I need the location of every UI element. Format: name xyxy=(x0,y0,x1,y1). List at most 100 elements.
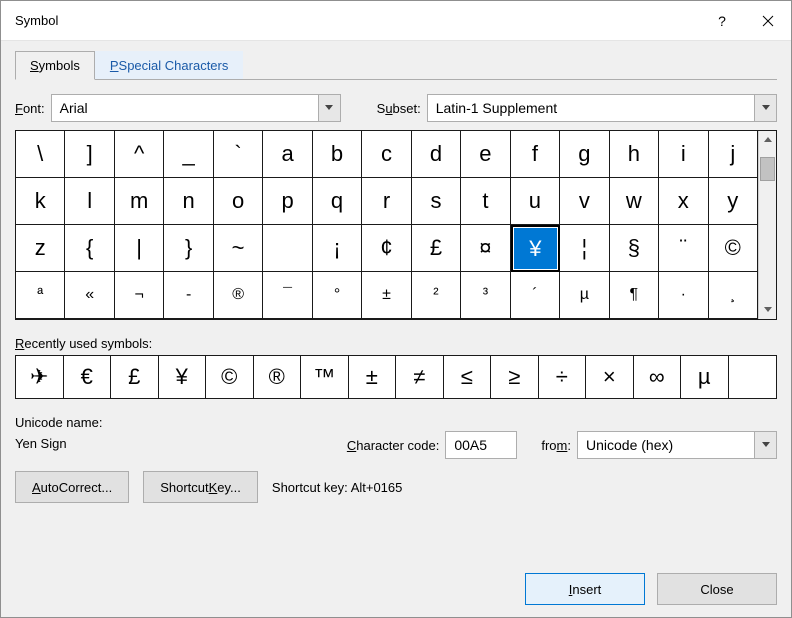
insert-button[interactable]: Insert xyxy=(525,573,645,605)
symbol-cell[interactable]: e xyxy=(461,131,510,178)
symbol-cell[interactable]: f xyxy=(511,131,560,178)
scroll-thumb[interactable] xyxy=(760,157,775,181)
character-code-label: Character code: xyxy=(347,438,440,453)
font-label: Font: xyxy=(15,101,45,116)
recent-symbol-cell[interactable]: £ xyxy=(111,356,159,398)
recent-symbol-cell[interactable]: ≤ xyxy=(444,356,492,398)
symbol-cell[interactable]: ² xyxy=(412,272,461,319)
symbol-cell[interactable]: ¨ xyxy=(659,225,708,272)
symbol-cell[interactable]: p xyxy=(263,178,312,225)
symbol-cell[interactable]: q xyxy=(313,178,362,225)
symbol-cell[interactable]: v xyxy=(560,178,609,225)
symbol-cell[interactable]: l xyxy=(65,178,114,225)
symbol-cell[interactable]: · xyxy=(659,272,708,319)
recent-symbol-cell[interactable]: ✈ xyxy=(16,356,64,398)
scroll-up-button[interactable] xyxy=(759,131,776,149)
help-button[interactable]: ? xyxy=(699,1,745,41)
symbol-cell[interactable]: ` xyxy=(214,131,263,178)
symbol-cell[interactable]: - xyxy=(164,272,213,319)
symbol-cell[interactable]: ¶ xyxy=(610,272,659,319)
recent-symbol-cell[interactable]: © xyxy=(206,356,254,398)
symbol-cell[interactable]: ° xyxy=(313,272,362,319)
scrollbar[interactable] xyxy=(758,131,776,319)
symbol-cell[interactable]: ª xyxy=(16,272,65,319)
symbol-cell[interactable]: ® xyxy=(214,272,263,319)
recent-symbol-cell[interactable]: ¥ xyxy=(159,356,207,398)
symbol-cell[interactable]: ³ xyxy=(461,272,510,319)
symbol-cell[interactable]: z xyxy=(16,225,65,272)
subset-select[interactable]: Latin-1 Supplement xyxy=(427,94,777,122)
symbol-cell[interactable]: t xyxy=(461,178,510,225)
symbol-cell[interactable]: } xyxy=(164,225,213,272)
recent-symbol-cell[interactable]: ≥ xyxy=(491,356,539,398)
recent-symbol-cell[interactable]: ± xyxy=(349,356,397,398)
recent-symbol-cell[interactable]: µ xyxy=(681,356,729,398)
symbol-cell[interactable]: ¤ xyxy=(461,225,510,272)
symbol-cell[interactable]: c xyxy=(362,131,411,178)
autocorrect-button[interactable]: AutoCorrect... xyxy=(15,471,129,503)
symbol-cell[interactable]: ¯ xyxy=(263,272,312,319)
character-code-input[interactable] xyxy=(445,431,517,459)
recent-symbol-cell[interactable] xyxy=(729,356,777,398)
symbol-cell[interactable]: u xyxy=(511,178,560,225)
symbol-cell[interactable]: £ xyxy=(412,225,461,272)
dialog-title: Symbol xyxy=(15,13,699,28)
recent-symbol-cell[interactable]: ® xyxy=(254,356,302,398)
symbol-cell[interactable]: s xyxy=(412,178,461,225)
symbol-cell[interactable]: ¦ xyxy=(560,225,609,272)
symbol-cell[interactable]: « xyxy=(65,272,114,319)
close-button[interactable]: Close xyxy=(657,573,777,605)
symbol-cell[interactable]: ^ xyxy=(115,131,164,178)
symbol-cell[interactable]: b xyxy=(313,131,362,178)
symbol-cell[interactable]: ´ xyxy=(511,272,560,319)
symbol-cell[interactable]: y xyxy=(709,178,758,225)
from-select[interactable]: Unicode (hex) xyxy=(577,431,777,459)
symbol-cell[interactable] xyxy=(263,225,312,272)
recent-grid: ✈€£¥©®™±≠≤≥÷×∞µ xyxy=(15,355,777,399)
tab-special-characters[interactable]: PSpecial Characters xyxy=(95,51,244,79)
symbol-cell[interactable]: ¢ xyxy=(362,225,411,272)
scroll-down-button[interactable] xyxy=(759,301,776,319)
symbol-cell[interactable]: a xyxy=(263,131,312,178)
symbol-cell[interactable]: o xyxy=(214,178,263,225)
scroll-track[interactable] xyxy=(759,149,776,301)
symbol-cell[interactable]: r xyxy=(362,178,411,225)
recent-symbol-cell[interactable]: ≠ xyxy=(396,356,444,398)
symbol-cell[interactable]: ¡ xyxy=(313,225,362,272)
recent-symbol-cell[interactable]: € xyxy=(64,356,112,398)
symbol-cell[interactable]: ¥ xyxy=(511,225,560,272)
shortcut-key-button[interactable]: Shortcut Key... xyxy=(143,471,258,503)
symbol-cell[interactable]: { xyxy=(65,225,114,272)
symbol-cell[interactable]: i xyxy=(659,131,708,178)
symbol-cell[interactable]: µ xyxy=(560,272,609,319)
recent-symbol-cell[interactable]: ÷ xyxy=(539,356,587,398)
symbol-cell[interactable]: ¸ xyxy=(709,272,758,319)
symbol-cell[interactable]: \ xyxy=(16,131,65,178)
symbol-cell[interactable]: m xyxy=(115,178,164,225)
close-window-button[interactable] xyxy=(745,1,791,41)
symbol-cell[interactable]: h xyxy=(610,131,659,178)
symbol-cell[interactable]: n xyxy=(164,178,213,225)
recent-symbol-cell[interactable]: × xyxy=(586,356,634,398)
symbol-cell[interactable]: ~ xyxy=(214,225,263,272)
symbol-cell[interactable]: § xyxy=(610,225,659,272)
symbol-cell[interactable]: d xyxy=(412,131,461,178)
recent-symbol-cell[interactable]: ∞ xyxy=(634,356,682,398)
font-select[interactable]: Arial xyxy=(51,94,341,122)
symbol-cell[interactable]: _ xyxy=(164,131,213,178)
symbol-cell[interactable]: ¬ xyxy=(115,272,164,319)
symbol-cell[interactable]: ± xyxy=(362,272,411,319)
symbol-cell[interactable]: g xyxy=(560,131,609,178)
symbol-cell[interactable]: | xyxy=(115,225,164,272)
subset-label: Subset: xyxy=(377,101,421,116)
symbol-cell[interactable]: k xyxy=(16,178,65,225)
font-value: Arial xyxy=(52,100,318,116)
symbol-cell[interactable]: x xyxy=(659,178,708,225)
symbol-cell[interactable]: w xyxy=(610,178,659,225)
symbol-cell[interactable]: © xyxy=(709,225,758,272)
from-label: from: xyxy=(541,438,571,453)
tab-symbols[interactable]: Symbols xyxy=(15,51,95,80)
recent-symbol-cell[interactable]: ™ xyxy=(301,356,349,398)
symbol-cell[interactable]: ] xyxy=(65,131,114,178)
symbol-cell[interactable]: j xyxy=(709,131,758,178)
